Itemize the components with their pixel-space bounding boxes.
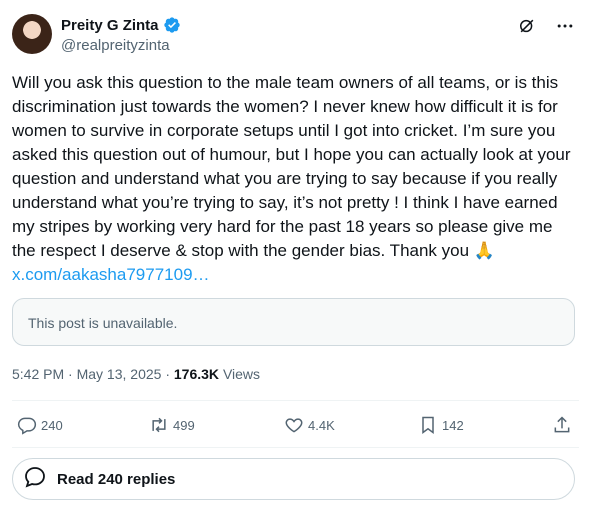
- display-name[interactable]: Preity G Zinta: [61, 17, 159, 34]
- like-count: 4.4K: [308, 417, 335, 433]
- tweet-body: Will you ask this question to the male t…: [12, 73, 571, 260]
- read-replies-label: Read 240 replies: [57, 470, 176, 488]
- unavailable-quote-card: This post is unavailable.: [12, 298, 575, 346]
- share-button[interactable]: [552, 415, 572, 435]
- grok-icon[interactable]: [517, 16, 537, 36]
- heart-icon: [284, 415, 304, 435]
- bookmark-icon: [418, 415, 438, 435]
- repost-button[interactable]: 499: [149, 415, 195, 435]
- tweet-meta: 5:42 PM · May 13, 2025 · 176.3K Views: [12, 366, 261, 382]
- tweet-top-actions: [517, 16, 575, 36]
- author-handle[interactable]: @realpreityzinta: [61, 37, 170, 54]
- tweet-link[interactable]: x.com/aakasha7977109…: [12, 265, 210, 284]
- author-name-row: Preity G Zinta: [61, 16, 181, 34]
- share-icon: [552, 415, 572, 435]
- views-count: 176.3K: [173, 366, 220, 382]
- reply-icon: [17, 415, 37, 435]
- chat-bubble-icon: [23, 465, 47, 493]
- read-replies-button[interactable]: Read 240 replies: [12, 458, 575, 500]
- unavailable-text: This post is unavailable.: [28, 315, 178, 331]
- like-button[interactable]: 4.4K: [284, 415, 335, 435]
- views-label: Views: [222, 366, 261, 382]
- tweet-actions-bar: 240 499 4.4K 142: [0, 411, 591, 439]
- reply-count: 240: [41, 417, 63, 433]
- more-options-icon[interactable]: [555, 16, 575, 36]
- verified-badge-icon[interactable]: [163, 16, 181, 34]
- bookmark-button[interactable]: 142: [418, 415, 464, 435]
- bookmark-count: 142: [442, 417, 464, 433]
- tweet-time[interactable]: 5:42 PM: [12, 366, 64, 382]
- reply-button[interactable]: 240: [17, 415, 63, 435]
- tweet-date[interactable]: May 13, 2025: [77, 366, 162, 382]
- divider: [12, 400, 579, 401]
- tweet-text: Will you ask this question to the male t…: [12, 71, 578, 287]
- avatar[interactable]: [12, 14, 52, 54]
- divider: [12, 447, 579, 448]
- repost-icon: [149, 415, 169, 435]
- repost-count: 499: [173, 417, 195, 433]
